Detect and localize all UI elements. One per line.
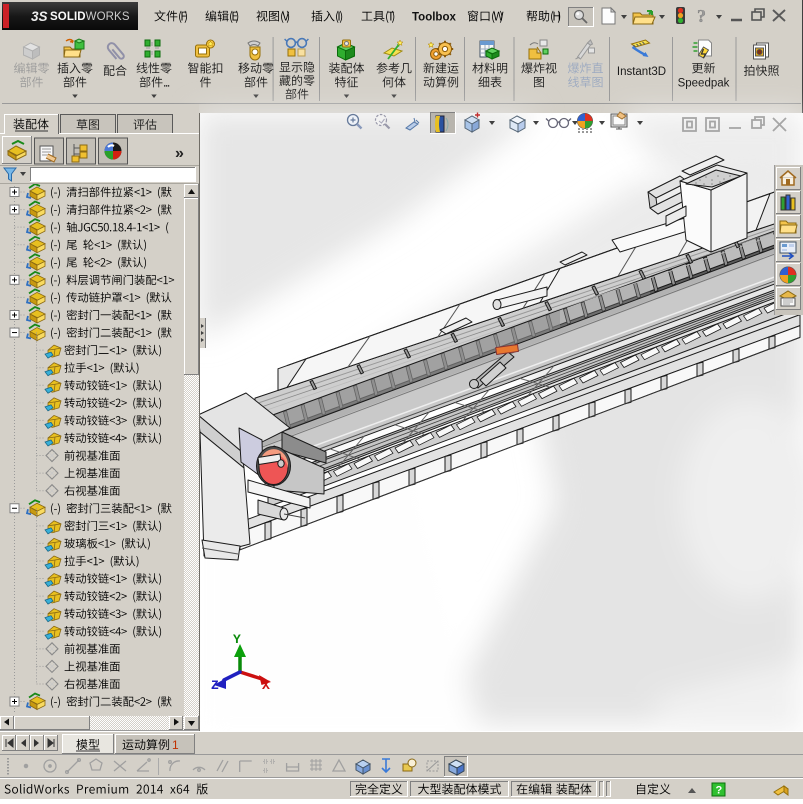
svg-text:3S: 3S	[31, 9, 48, 24]
svg-text:Y: Y	[233, 632, 241, 647]
svg-text:?: ?	[697, 6, 706, 26]
svg-text:SOLIDWORKS: SOLIDWORKS	[50, 11, 130, 23]
svg-text:Instant3D: Instant3D	[617, 66, 666, 78]
svg-text:Toolbox: Toolbox	[412, 12, 456, 24]
svg-text:Speedpak: Speedpak	[678, 78, 730, 90]
svg-text:»: »	[175, 145, 184, 162]
svg-text:1: 1	[172, 738, 179, 752]
svg-text:?: ?	[716, 785, 723, 797]
svg-text:X: X	[262, 678, 270, 693]
svg-text:Z: Z	[211, 678, 219, 693]
